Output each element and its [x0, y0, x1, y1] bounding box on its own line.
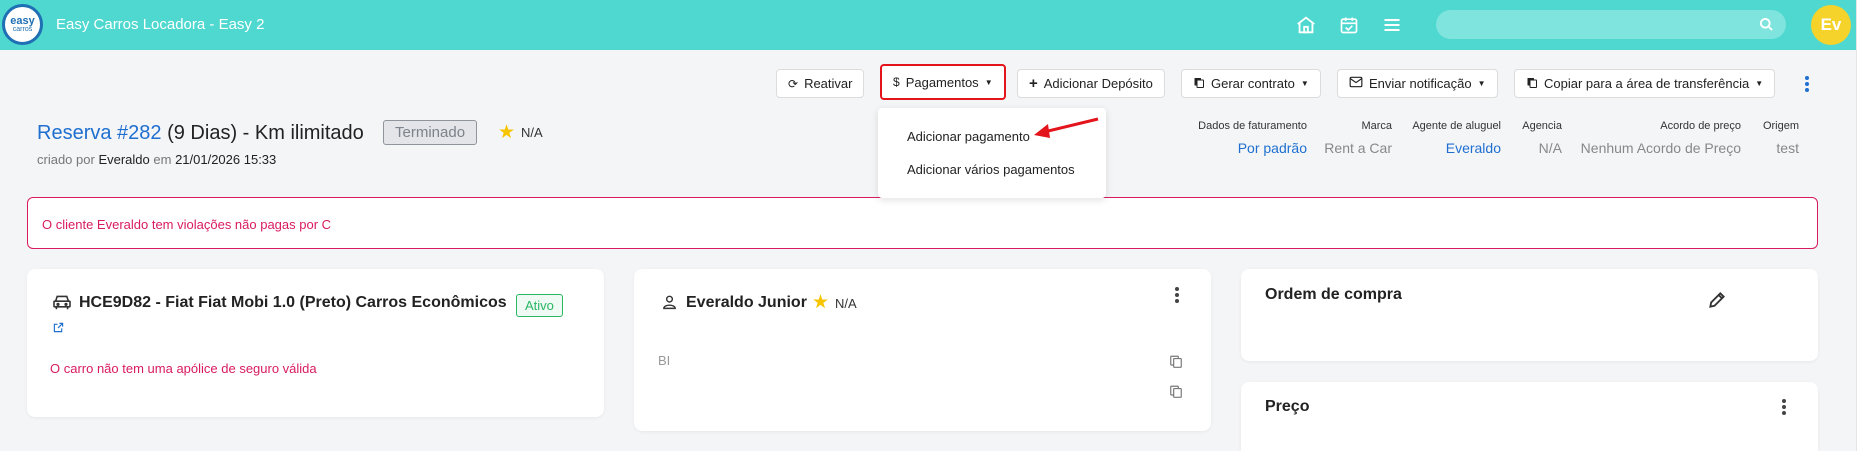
- menu-item-add-multiple-payments[interactable]: Adicionar vários pagamentos: [907, 162, 1075, 177]
- app-title: Easy Carros Locadora - Easy 2: [56, 16, 265, 33]
- copy-icon[interactable]: [1169, 354, 1183, 372]
- plus-icon: +: [1029, 75, 1038, 92]
- add-deposit-button[interactable]: + Adicionar Depósito: [1017, 69, 1165, 98]
- car-icon: [52, 294, 72, 313]
- menu-icon[interactable]: [1380, 13, 1404, 37]
- created-info: criado por Everaldo em 21/01/2026 15:33: [37, 152, 276, 167]
- search-input[interactable]: [1436, 10, 1746, 39]
- created-on-label: em: [153, 152, 172, 167]
- caret-down-icon: ▼: [1300, 79, 1309, 88]
- car-card: HCE9D82 - Fiat Fiat Mobi 1.0 (Preto) Car…: [27, 269, 604, 417]
- logo-text: easy: [10, 14, 35, 27]
- caret-down-icon: ▼: [984, 77, 993, 87]
- app-logo[interactable]: easy carros: [2, 4, 43, 45]
- purchase-order-title: Ordem de compra: [1265, 286, 1402, 303]
- customer-rating: N/A: [835, 296, 857, 311]
- top-bar: easy carros Easy Carros Locadora - Easy …: [0, 0, 1856, 50]
- meta-value[interactable]: Por padrão: [1198, 140, 1307, 156]
- meta-agent: Agente de aluguel Everaldo: [1412, 120, 1501, 156]
- generate-contract-button[interactable]: Gerar contrato ▼: [1181, 69, 1321, 98]
- send-notification-label: Enviar notificação: [1369, 76, 1472, 91]
- rating-value: N/A: [521, 125, 543, 140]
- reactivate-button[interactable]: ⟳ Reativar: [776, 69, 865, 98]
- meta-billing: Dados de faturamento Por padrão: [1198, 120, 1307, 156]
- meta-price-agreement: Acordo de preço Nenhum Acordo de Preço: [1581, 120, 1741, 156]
- customer-field-label: BI: [658, 353, 671, 368]
- price-more-icon[interactable]: [1782, 399, 1786, 415]
- copy-icon: [1526, 76, 1538, 92]
- refresh-icon: ⟳: [788, 76, 799, 91]
- reactivate-label: Reativar: [804, 76, 853, 91]
- customer-name[interactable]: Everaldo Junior: [686, 294, 807, 312]
- generate-contract-label: Gerar contrato: [1211, 76, 1295, 91]
- star-icon: ★: [498, 122, 516, 143]
- car-title: HCE9D82 - Fiat Fiat Mobi 1.0 (Preto) Car…: [79, 294, 507, 311]
- page-scrollbar[interactable]: [1856, 0, 1870, 451]
- logo-subtext: carros: [12, 25, 33, 33]
- price-card: Preço: [1241, 382, 1818, 451]
- meta-label: Acordo de preço: [1660, 120, 1741, 132]
- meta-label: Agencia: [1522, 120, 1562, 132]
- customer-more-icon[interactable]: [1175, 287, 1179, 303]
- envelope-icon: [1349, 76, 1363, 91]
- meta-label: Dados de faturamento: [1198, 120, 1307, 132]
- meta-label: Origem: [1762, 120, 1799, 132]
- created-at: 21/01/2026 15:33: [175, 152, 277, 167]
- external-link-icon[interactable]: [53, 321, 64, 336]
- violations-alert: O cliente Everaldo tem violações não pag…: [27, 197, 1818, 249]
- status-badge: Terminado: [383, 120, 478, 145]
- alert-text: O cliente Everaldo tem violações não pag…: [42, 217, 332, 232]
- meta-label: Agente de aluguel: [1412, 120, 1501, 132]
- more-options-icon[interactable]: [1800, 74, 1814, 94]
- person-icon: [661, 293, 678, 314]
- home-icon[interactable]: [1294, 13, 1318, 37]
- copy-clipboard-label: Copiar para a área de transferência: [1544, 76, 1750, 91]
- add-deposit-label: Adicionar Depósito: [1043, 76, 1153, 91]
- dollar-icon: $: [893, 75, 900, 89]
- caret-down-icon: ▼: [1477, 79, 1486, 88]
- purchase-order-card: Ordem de compra: [1241, 269, 1818, 361]
- meta-value: Nenhum Acordo de Preço: [1580, 140, 1741, 156]
- page-title: Reserva #282 (9 Dias) - Km ilimitado: [37, 122, 364, 145]
- customer-card: Everaldo Junior ★ N/A BI: [634, 269, 1211, 431]
- reservation-km: - Km ilimitado: [242, 122, 364, 144]
- meta-brand: Marca Rent a Car: [1324, 120, 1392, 156]
- copy-icon[interactable]: [1169, 384, 1183, 402]
- meta-value: test: [1776, 140, 1799, 156]
- meta-value: N/A: [1538, 140, 1562, 156]
- reservation-days: (9 Dias): [167, 122, 238, 144]
- star-icon: ★: [812, 292, 830, 313]
- user-avatar[interactable]: Ev: [1811, 5, 1851, 45]
- copy-clipboard-button[interactable]: Copiar para a área de transferência ▼: [1514, 69, 1776, 98]
- meta-label: Marca: [1361, 120, 1392, 132]
- pencil-icon[interactable]: [1707, 290, 1727, 313]
- payments-label: Pagamentos: [905, 74, 979, 90]
- search-box[interactable]: [1436, 10, 1786, 39]
- meta-value[interactable]: Everaldo: [1412, 140, 1501, 156]
- insurance-warning: O carro não tem uma apólice de seguro vá…: [50, 361, 317, 376]
- created-by-name: Everaldo: [98, 152, 150, 167]
- meta-value: Rent a Car: [1324, 140, 1392, 156]
- created-by-label: criado por: [37, 152, 95, 167]
- search-icon[interactable]: [1759, 17, 1774, 35]
- caret-down-icon: ▼: [1755, 79, 1764, 88]
- calendar-icon[interactable]: [1337, 13, 1361, 37]
- copy-icon: [1193, 76, 1205, 92]
- payments-button[interactable]: $ Pagamentos ▼: [880, 64, 1006, 100]
- car-status-badge: Ativo: [516, 294, 563, 317]
- annotation-arrow-icon: [1034, 117, 1099, 138]
- reservation-rating: ★ N/A: [498, 121, 543, 144]
- meta-origin: Origem test: [1763, 120, 1799, 156]
- reservation-link[interactable]: Reserva #282: [37, 122, 162, 144]
- price-title: Preço: [1265, 398, 1310, 415]
- menu-item-add-payment[interactable]: Adicionar pagamento: [907, 129, 1030, 144]
- send-notification-button[interactable]: Enviar notificação ▼: [1337, 69, 1498, 98]
- meta-agency: Agencia N/A: [1522, 120, 1562, 156]
